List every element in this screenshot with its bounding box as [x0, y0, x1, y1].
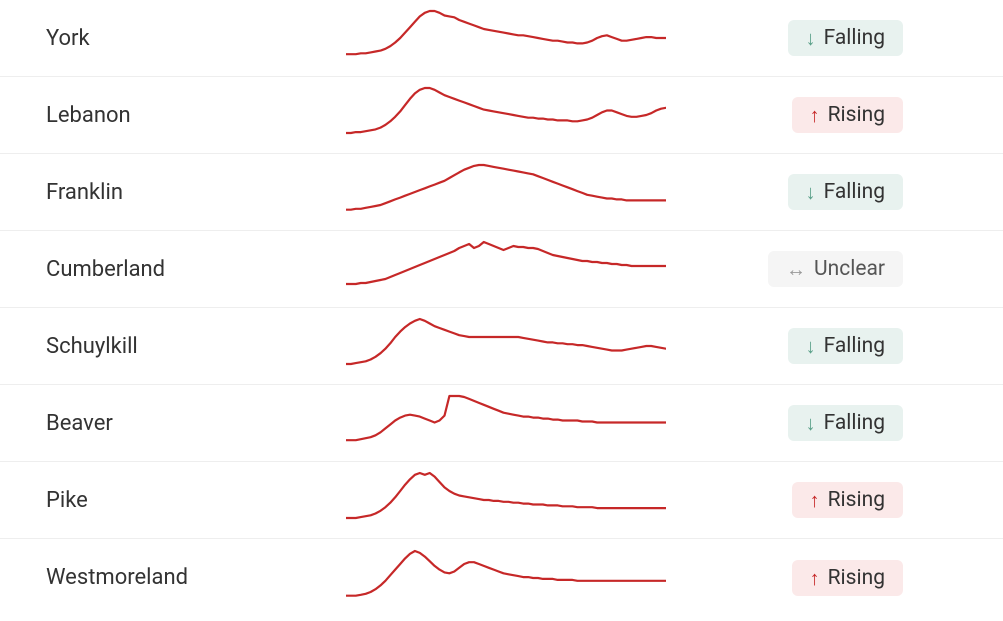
table-row: Franklin ↓ Falling [0, 154, 1003, 231]
table-row: York ↓ Falling [0, 0, 1003, 77]
status-badge-wrap: ↓ Falling [666, 174, 993, 210]
sparkline [346, 316, 666, 376]
status-label: Falling [824, 411, 885, 435]
arrow-down-icon: ↓ [806, 182, 816, 202]
county-name: Schuylkill [46, 334, 346, 359]
sparkline [346, 85, 666, 145]
status-badge: ↑ Rising [792, 97, 903, 133]
county-trend-table: York ↓ Falling Lebanon ↑ Rising Franklin ↓ Falli… [0, 0, 1003, 616]
county-name: Beaver [46, 411, 346, 436]
status-badge-wrap: ↑ Rising [666, 560, 993, 596]
table-row: Pike ↑ Rising [0, 462, 1003, 539]
sparkline [346, 470, 666, 530]
table-row: Westmoreland ↑ Rising [0, 539, 1003, 616]
status-badge: ↓ Falling [788, 328, 903, 364]
status-badge-wrap: ↓ Falling [666, 405, 993, 441]
county-name: Franklin [46, 180, 346, 205]
status-badge: ↑ Rising [792, 482, 903, 518]
status-badge: ↓ Falling [788, 20, 903, 56]
status-label: Falling [824, 180, 885, 204]
arrow-down-icon: ↓ [806, 336, 816, 356]
status-badge-wrap: ↓ Falling [666, 20, 993, 56]
arrow-leftright-icon: ↔ [786, 259, 806, 279]
table-row: Beaver ↓ Falling [0, 385, 1003, 462]
arrow-down-icon: ↓ [806, 413, 816, 433]
arrow-up-icon: ↑ [810, 490, 820, 510]
sparkline [346, 239, 666, 299]
sparkline [346, 8, 666, 68]
table-row: Cumberland ↔ Unclear [0, 231, 1003, 308]
county-name: Cumberland [46, 257, 346, 282]
status-badge-wrap: ↓ Falling [666, 328, 993, 364]
status-label: Unclear [814, 257, 885, 281]
status-badge: ↔ Unclear [768, 251, 903, 287]
status-label: Rising [828, 566, 885, 590]
arrow-up-icon: ↑ [810, 105, 820, 125]
status-badge-wrap: ↔ Unclear [666, 251, 993, 287]
table-row: Lebanon ↑ Rising [0, 77, 1003, 154]
sparkline [346, 548, 666, 608]
status-badge: ↓ Falling [788, 174, 903, 210]
status-label: Rising [828, 103, 885, 127]
county-name: York [46, 26, 346, 51]
county-name: Westmoreland [46, 565, 346, 590]
arrow-up-icon: ↑ [810, 568, 820, 588]
status-badge-wrap: ↑ Rising [666, 97, 993, 133]
county-name: Lebanon [46, 103, 346, 128]
table-row: Schuylkill ↓ Falling [0, 308, 1003, 385]
sparkline [346, 162, 666, 222]
sparkline [346, 393, 666, 453]
status-badge-wrap: ↑ Rising [666, 482, 993, 518]
county-name: Pike [46, 488, 346, 513]
status-label: Falling [824, 334, 885, 358]
arrow-down-icon: ↓ [806, 28, 816, 48]
status-label: Rising [828, 488, 885, 512]
status-badge: ↑ Rising [792, 560, 903, 596]
status-label: Falling [824, 26, 885, 50]
status-badge: ↓ Falling [788, 405, 903, 441]
